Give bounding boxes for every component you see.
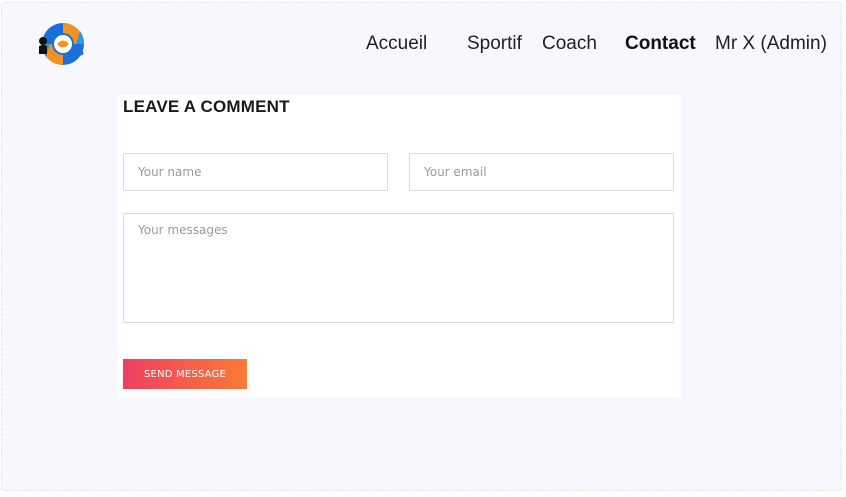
nav-admin-user[interactable]: Mr X (Admin) — [715, 33, 827, 57]
email-input[interactable] — [409, 153, 674, 191]
people-circle-logo-icon[interactable] — [38, 19, 88, 69]
send-message-button[interactable]: SEND MESSAGE — [123, 359, 247, 389]
nav-coach[interactable]: Coach — [542, 33, 597, 57]
comment-form: LEAVE A COMMENT SEND MESSAGE — [118, 95, 681, 398]
name-input[interactable] — [123, 153, 388, 191]
nav-contact[interactable]: Contact — [625, 33, 696, 57]
message-textarea[interactable] — [123, 213, 674, 323]
comment-form-title: LEAVE A COMMENT — [123, 97, 290, 116]
nav-sportif[interactable]: Sportif — [467, 33, 522, 57]
nav-accueil[interactable]: Accueil — [366, 33, 427, 57]
